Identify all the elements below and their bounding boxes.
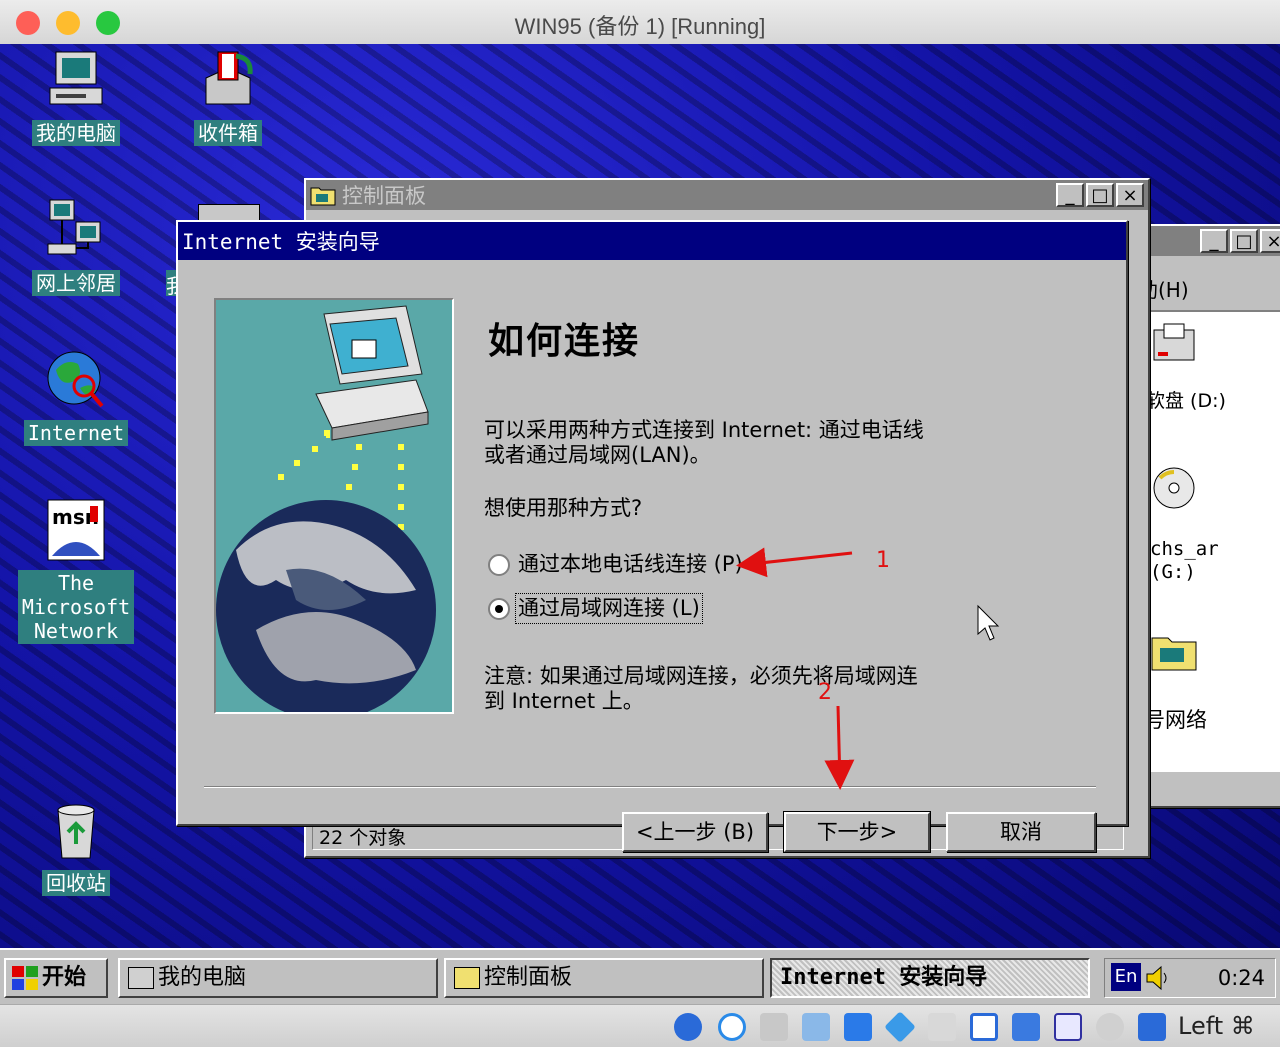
vm-window-titlebar: WIN95 (备份 1) [Running]	[0, 0, 1280, 45]
annotation-arrow-2	[824, 705, 855, 790]
annotation-arrow-1	[736, 547, 853, 578]
windows-logo-icon	[12, 966, 38, 990]
keyboard-capture-status-icon[interactable]	[1138, 1013, 1166, 1041]
usb-status-icon[interactable]	[884, 1011, 916, 1043]
start-button[interactable]: 开始	[4, 958, 108, 998]
guest-screen: 我的电脑 收件箱 网上邻居 Internet msn The Microsoft…	[0, 44, 1280, 1004]
annotation-label-1: 1	[876, 548, 890, 573]
control-panel-icon	[454, 967, 480, 989]
vm-window-title: WIN95 (备份 1) [Running]	[514, 14, 766, 39]
annotation-overlay	[736, 547, 1000, 790]
display-status-icon[interactable]	[970, 1013, 998, 1041]
system-tray: En 0:24	[1104, 958, 1276, 998]
ime-indicator[interactable]: En	[1111, 963, 1141, 991]
shared-folder-status-icon[interactable]	[928, 1013, 956, 1041]
network-status-icon[interactable]	[844, 1013, 872, 1041]
taskbar-item-my-computer[interactable]: 我的电脑	[118, 958, 438, 998]
taskbar: 开始 我的电脑 控制面板 Internet 安装向导 En 0:24	[0, 948, 1280, 1004]
volume-speaker-icon[interactable]	[1145, 965, 1173, 991]
optical-disk-status-icon[interactable]	[674, 1013, 702, 1041]
taskbar-item-label: 我的电脑	[158, 965, 247, 990]
video-capture-status-icon[interactable]	[1012, 1013, 1040, 1041]
start-label: 开始	[42, 965, 87, 990]
clock: 0:24	[1217, 966, 1265, 990]
annotation-label-2: 2	[818, 680, 832, 705]
taskbar-item-label: 控制面板	[484, 965, 573, 990]
vbox-status-bar: Left ⌘	[0, 1004, 1280, 1047]
mouse-integration-status-icon[interactable]	[1096, 1013, 1124, 1041]
taskbar-item-internet-wizard[interactable]: Internet 安装向导	[770, 958, 1090, 998]
floppy-status-icon[interactable]	[760, 1013, 788, 1041]
taskbar-item-label: Internet 安装向导	[780, 965, 988, 990]
taskbar-item-control-panel[interactable]: 控制面板	[444, 958, 764, 998]
mouse-cursor-icon	[977, 604, 1000, 641]
computer-icon	[128, 967, 154, 989]
virtualization-status-icon[interactable]	[1054, 1013, 1082, 1041]
cd-status-icon[interactable]	[718, 1013, 746, 1041]
audio-status-icon[interactable]	[802, 1013, 830, 1041]
host-key-label: Left ⌘	[1178, 1012, 1255, 1040]
